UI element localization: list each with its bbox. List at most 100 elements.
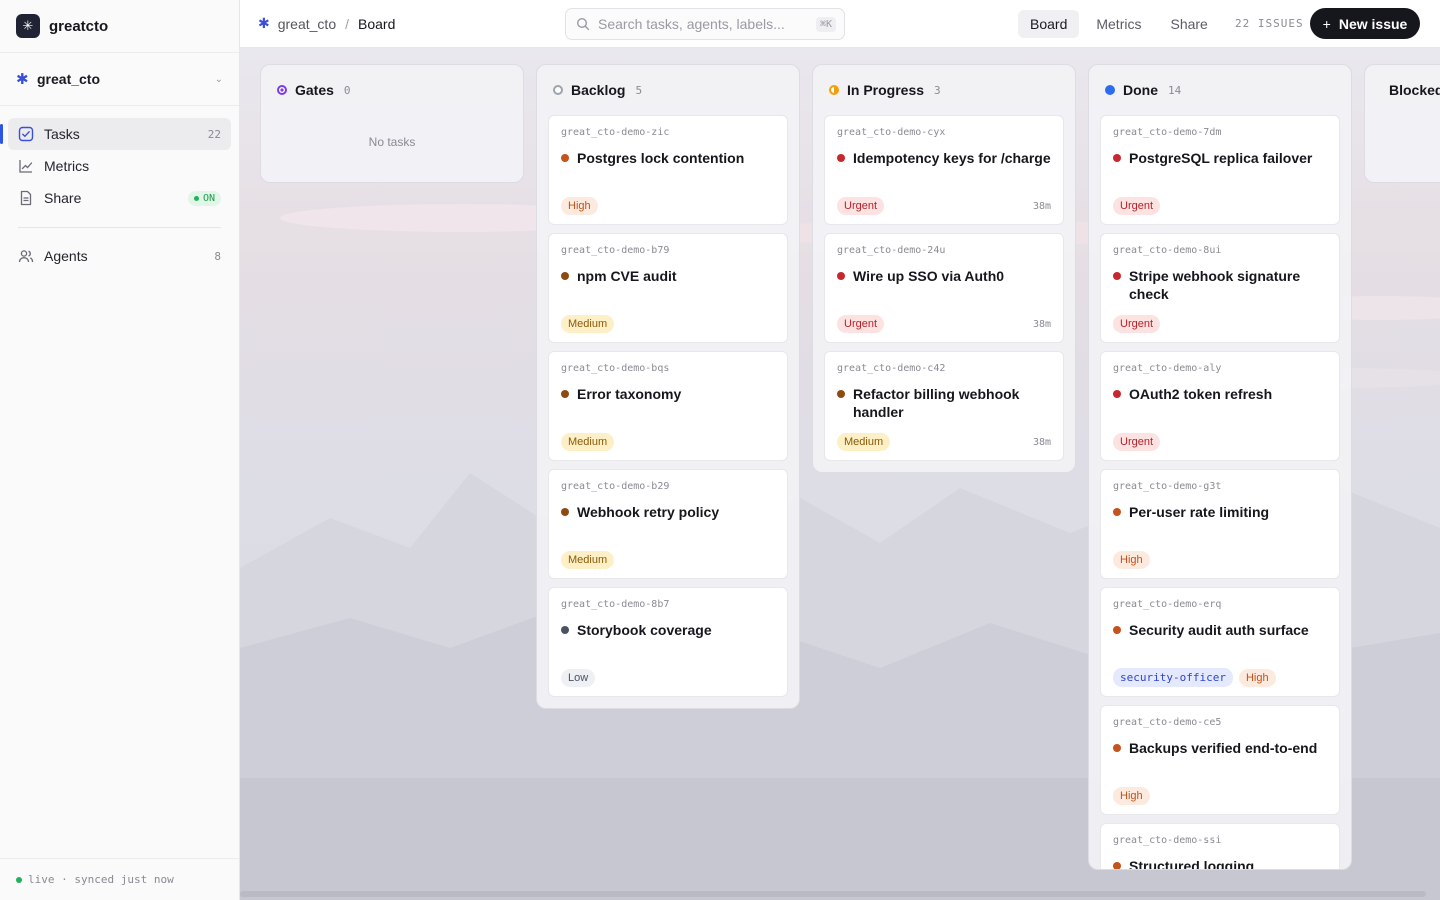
app-name: greatcto bbox=[49, 17, 109, 35]
priority-dot bbox=[1113, 626, 1121, 634]
search-placeholder: Search tasks, agents, labels... bbox=[598, 16, 785, 32]
priority-badge: Urgent bbox=[1113, 433, 1161, 451]
task-id: great_cto-demo-erq bbox=[1113, 599, 1222, 610]
task-title: npm CVE audit bbox=[561, 267, 776, 285]
task-age: 38m bbox=[1032, 200, 1051, 212]
task-card[interactable]: great_cto-demo-8b7 Storybook coverage Low bbox=[548, 587, 788, 697]
workspace-name: great_cto bbox=[37, 71, 101, 87]
column-title: Backlog bbox=[571, 82, 626, 98]
column-gates: Gates 0 No tasks bbox=[260, 64, 524, 183]
task-card[interactable]: great_cto-demo-ce5 Backups verified end-t… bbox=[1100, 705, 1340, 815]
tab-board[interactable]: Board bbox=[1018, 10, 1080, 38]
kanban-board: Gates 0 No tasks Backlog 5 great_cto-demo-zic… bbox=[240, 48, 1440, 900]
status-dot bbox=[193, 195, 199, 201]
column-header[interactable]: Backlog 5 bbox=[548, 65, 788, 115]
column-status-icon bbox=[1105, 85, 1115, 95]
priority-badge: High bbox=[1238, 668, 1276, 687]
task-id: great_cto-demo-zic bbox=[561, 127, 670, 138]
sidebar-divider bbox=[18, 227, 221, 228]
task-card[interactable]: great_cto-demo-aly OAuth2 token refresh Ur… bbox=[1100, 351, 1340, 461]
task-meta: Urgent 38m bbox=[837, 315, 1051, 333]
priority-badge: Urgent bbox=[1113, 315, 1161, 333]
priority-badge: Medium bbox=[837, 433, 891, 451]
view-tabs: Board Metrics Share bbox=[1018, 10, 1225, 38]
chevron-down-icon: ⌄ bbox=[214, 73, 223, 85]
priority-dot bbox=[561, 272, 569, 280]
task-meta: Low bbox=[561, 669, 775, 687]
task-title: PostgreSQL replica failover bbox=[1113, 149, 1328, 167]
task-id: great_cto-demo-8ui bbox=[1113, 245, 1222, 256]
priority-dot bbox=[837, 390, 845, 398]
priority-badge: Low bbox=[561, 669, 596, 687]
priority-badge: High bbox=[561, 197, 598, 215]
new-issue-label: New issue bbox=[1338, 15, 1408, 32]
task-meta: Urgent bbox=[1113, 315, 1327, 333]
column-count: 5 bbox=[635, 83, 643, 97]
task-title-text: Webhook retry policy bbox=[577, 504, 720, 520]
column-backlog: Backlog 5 great_cto-demo-zic Postgres lock … bbox=[536, 64, 800, 709]
column-header[interactable]: Gates 0 bbox=[272, 65, 512, 115]
task-card[interactable]: great_cto-demo-erq Security audit auth su… bbox=[1100, 587, 1340, 697]
sidebar-nav: Tasks 22 Metrics Share ON Agents 8 bbox=[0, 106, 239, 272]
task-title: Structured logging bbox=[1113, 857, 1328, 870]
task-card[interactable]: great_cto-demo-cyx Idempotency keys for /… bbox=[824, 115, 1064, 225]
share-status-badge: ON bbox=[187, 190, 221, 206]
task-title: Backups verified end-to-end bbox=[1113, 739, 1328, 757]
task-id: great_cto-demo-7dm bbox=[1113, 127, 1222, 138]
task-card[interactable]: great_cto-demo-bqs Error taxonomy Medium bbox=[548, 351, 788, 461]
task-card[interactable]: great_cto-demo-ssi Structured logging bbox=[1100, 823, 1340, 870]
task-title-text: Error taxonomy bbox=[577, 386, 682, 402]
task-card[interactable]: great_cto-demo-zic Postgres lock contenti… bbox=[548, 115, 788, 225]
task-title-text: Per-user rate limiting bbox=[1129, 504, 1270, 520]
column-status-icon bbox=[553, 85, 563, 95]
tab-metrics[interactable]: Metrics bbox=[1084, 10, 1153, 38]
column-title: Gates bbox=[295, 82, 334, 98]
priority-dot bbox=[1113, 744, 1121, 752]
task-meta: Urgent bbox=[1113, 433, 1327, 451]
sidebar-item-agents[interactable]: Agents 8 bbox=[8, 240, 231, 272]
task-title-text: Idempotency keys for /charge bbox=[853, 150, 1051, 166]
workspace-switcher[interactable]: ✱ great_cto ⌄ bbox=[0, 53, 239, 106]
task-age: 38m bbox=[1032, 436, 1051, 448]
task-title-text: OAuth2 token refresh bbox=[1129, 386, 1273, 402]
column-header[interactable]: In Progress 3 bbox=[824, 65, 1064, 115]
sidebar-item-tasks[interactable]: Tasks 22 bbox=[0, 118, 231, 150]
tab-share[interactable]: Share bbox=[1158, 10, 1219, 38]
column-header[interactable]: Blocked bbox=[1376, 65, 1440, 115]
task-title: Per-user rate limiting bbox=[1113, 503, 1328, 521]
task-card[interactable]: great_cto-demo-c42 Refactor billing webho… bbox=[824, 351, 1064, 461]
task-id: great_cto-demo-24u bbox=[837, 245, 946, 256]
task-id: great_cto-demo-ce5 bbox=[1113, 717, 1222, 728]
task-card[interactable]: great_cto-demo-g3t Per-user rate limiting… bbox=[1100, 469, 1340, 579]
task-title-text: Structured logging bbox=[1129, 858, 1255, 870]
task-title: Storybook coverage bbox=[561, 621, 776, 639]
task-age: 38m bbox=[1032, 318, 1051, 330]
breadcrumb-workspace[interactable]: great_cto bbox=[278, 16, 336, 32]
task-meta: Urgent bbox=[1113, 197, 1327, 215]
task-meta: High bbox=[1113, 551, 1327, 569]
sidebar-item-share[interactable]: Share ON bbox=[8, 182, 231, 214]
column-title: In Progress bbox=[847, 82, 925, 98]
task-title: Refactor billing webhook handler bbox=[837, 385, 1052, 421]
task-meta: Medium bbox=[561, 433, 775, 451]
document-icon bbox=[18, 190, 34, 206]
task-id: great_cto-demo-g3t bbox=[1113, 481, 1222, 492]
task-id: great_cto-demo-cyx bbox=[837, 127, 946, 138]
search-input[interactable]: Search tasks, agents, labels... ⌘K bbox=[565, 8, 845, 40]
task-card[interactable]: great_cto-demo-b29 Webhook retry policy Me… bbox=[548, 469, 788, 579]
task-title: Postgres lock contention bbox=[561, 149, 776, 167]
breadcrumb: ✱ great_cto / Board bbox=[258, 15, 395, 32]
new-issue-button[interactable]: + New issue bbox=[1310, 8, 1420, 39]
task-title-text: Postgres lock contention bbox=[577, 150, 745, 166]
sidebar-item-metrics[interactable]: Metrics bbox=[8, 150, 231, 182]
priority-dot bbox=[561, 154, 569, 162]
asterisk-icon: ✱ bbox=[16, 71, 29, 88]
task-card[interactable]: great_cto-demo-8ui Stripe webhook signatu… bbox=[1100, 233, 1340, 343]
column-header[interactable]: Done 14 bbox=[1100, 65, 1340, 115]
task-card[interactable]: great_cto-demo-7dm PostgreSQL replica fai… bbox=[1100, 115, 1340, 225]
search-icon bbox=[576, 17, 590, 31]
task-card[interactable]: great_cto-demo-b79 npm CVE audit Medium bbox=[548, 233, 788, 343]
priority-dot bbox=[837, 272, 845, 280]
brand[interactable]: ✳ greatcto bbox=[0, 0, 239, 53]
task-card[interactable]: great_cto-demo-24u Wire up SSO via Auth0 U… bbox=[824, 233, 1064, 343]
